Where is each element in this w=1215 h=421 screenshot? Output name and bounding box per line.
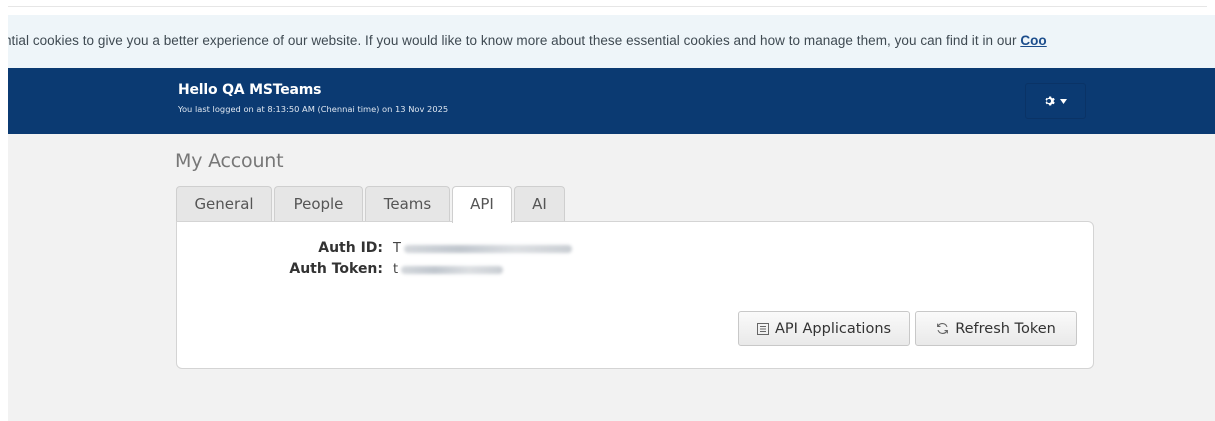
auth-id-label: Auth ID:: [318, 240, 383, 256]
auth-token-redacted: [401, 265, 504, 274]
tab-api[interactable]: API: [452, 186, 512, 223]
list-icon: [756, 322, 769, 335]
cookie-banner: ntial cookies to give you a better exper…: [8, 15, 1215, 68]
tab-teams[interactable]: Teams: [365, 186, 450, 221]
chevron-down-icon: [1060, 98, 1067, 104]
main-content: My Account General People Teams API AI A…: [8, 134, 1215, 421]
refresh-token-label: Refresh Token: [955, 320, 1056, 337]
cookie-policy-link[interactable]: Coo: [1020, 33, 1046, 48]
cookie-banner-text: ntial cookies to give you a better exper…: [8, 33, 1047, 48]
cookie-message: ntial cookies to give you a better exper…: [8, 33, 1021, 48]
user-header: Hello QA MSTeams You last logged on at 8…: [8, 68, 1215, 134]
auth-id-redacted: [403, 244, 572, 253]
auth-token-value: t: [393, 262, 504, 277]
refresh-token-button[interactable]: Refresh Token: [915, 311, 1077, 346]
auth-id-prefix: T: [393, 241, 401, 256]
top-divider: [8, 6, 1207, 7]
last-login-info: You last logged on at 8:13:50 AM (Chenna…: [178, 104, 449, 114]
api-panel: Auth ID: T Auth Token: t API Application…: [176, 221, 1094, 369]
api-applications-button[interactable]: API Applications: [738, 311, 910, 346]
settings-dropdown-button[interactable]: [1025, 83, 1086, 119]
auth-token-prefix: t: [393, 262, 399, 277]
tab-people[interactable]: People: [274, 186, 363, 221]
auth-id-value: T: [393, 241, 572, 256]
auth-token-label: Auth Token:: [289, 261, 383, 277]
refresh-icon: [936, 322, 949, 335]
greeting: Hello QA MSTeams: [178, 82, 322, 98]
tab-ai[interactable]: AI: [514, 186, 565, 221]
api-applications-label: API Applications: [774, 320, 892, 337]
page-title: My Account: [175, 150, 284, 172]
tab-general[interactable]: General: [176, 186, 272, 221]
gear-icon: [1044, 95, 1056, 107]
